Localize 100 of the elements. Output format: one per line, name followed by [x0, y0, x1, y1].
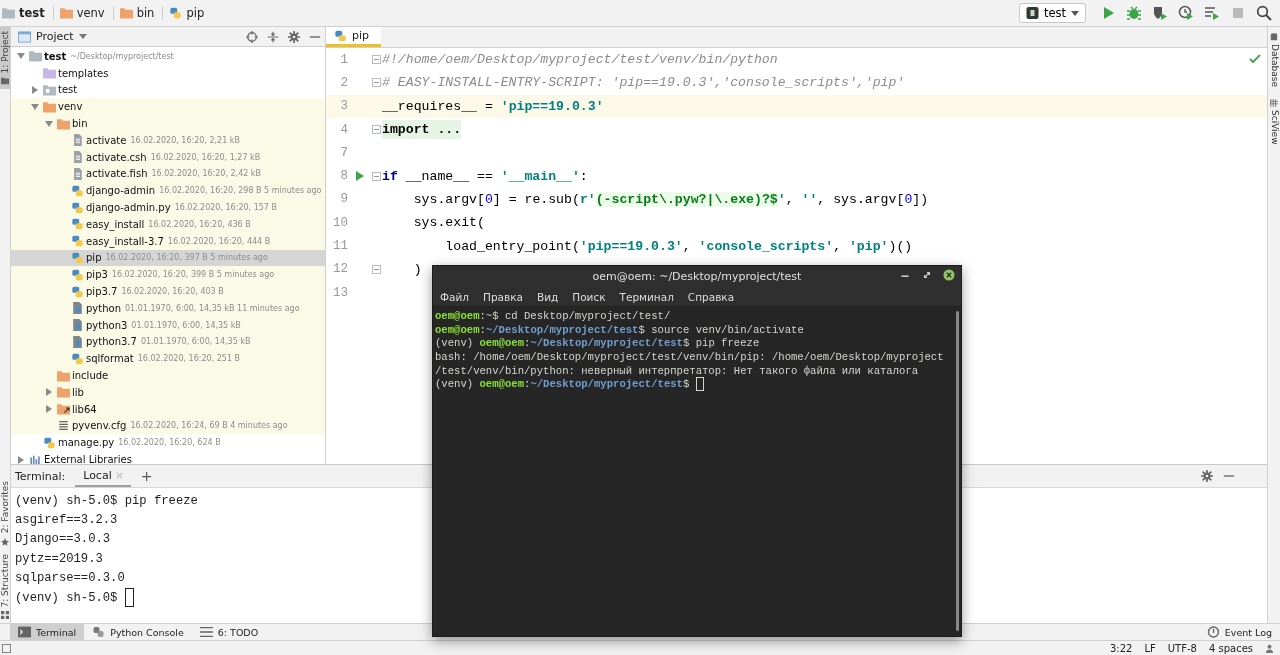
folder-icon — [43, 67, 56, 80]
status-item[interactable]: LF — [1144, 642, 1156, 654]
line-number: 10 — [332, 215, 348, 230]
menu-item[interactable]: Файл — [440, 290, 469, 303]
new-tab-button[interactable]: + — [140, 468, 153, 484]
line-number: 11 — [332, 239, 348, 253]
tree-item[interactable]: pip3.7 16.02.2020, 16:20, 403 B — [11, 283, 325, 300]
star-icon — [1, 537, 9, 546]
executable-file-icon — [71, 319, 84, 332]
text-file-icon — [71, 167, 84, 180]
tree-item[interactable]: django-admin.py 16.02.2020, 16:20, 157 B — [11, 199, 325, 216]
clock-play-icon[interactable] — [1178, 5, 1194, 21]
terminal-output: (venv) sh-5.0$ pip freeze — [15, 493, 198, 508]
breadcrumb-item[interactable]: venv — [59, 6, 114, 20]
event-log-tab[interactable]: Event Log — [1198, 624, 1280, 640]
square-icon[interactable] — [2, 643, 11, 653]
tool-window-tab[interactable]: Database — [1268, 27, 1280, 93]
status-item[interactable]: 3:22 — [1109, 642, 1133, 654]
tree-item[interactable]: bin — [11, 115, 325, 132]
fold-marker-icon[interactable] — [372, 125, 381, 135]
settings-icon[interactable] — [1201, 470, 1213, 482]
crosshair-icon[interactable] — [246, 30, 258, 43]
menu-item[interactable]: Вид — [537, 290, 559, 303]
python-app-icon — [1025, 7, 1039, 19]
search-icon[interactable] — [1256, 5, 1272, 21]
line-number: 2 — [339, 75, 348, 90]
status-item[interactable]: UTF-8 — [1167, 642, 1197, 654]
file-details: 16.02.2020, 16:20, 2,21 kB — [130, 135, 240, 145]
tree-item[interactable]: templates — [11, 64, 325, 82]
file-details: 01.01.1970, 6:00, 14,35 kB 11 minutes ago — [125, 303, 300, 313]
expand-arrow-icon[interactable] — [45, 119, 53, 128]
fold-marker-icon[interactable] — [372, 264, 381, 274]
tool-window-tab[interactable]: 6: TODO — [191, 624, 267, 640]
status-item[interactable]: 4 spaces — [1208, 642, 1253, 654]
menu-item[interactable]: Поиск — [572, 290, 606, 303]
file-details: 16.02.2020, 16:24, 69 B 4 minutes ago — [130, 421, 288, 431]
breadcrumb-item[interactable]: bin — [119, 6, 164, 20]
tree-item[interactable]: include — [11, 367, 325, 384]
python-file-icon — [71, 235, 84, 248]
file-details: 16.02.2020, 16:20, 1,27 kB — [150, 152, 261, 162]
breadcrumb-item[interactable]: pip — [169, 6, 213, 20]
run-icon[interactable] — [356, 171, 364, 182]
close-icon[interactable] — [943, 269, 955, 281]
fold-marker-icon[interactable] — [372, 171, 381, 181]
terminal-output: pytz==2019.3 — [15, 551, 103, 566]
file-details: 16.02.2020, 16:20, 399 B 5 minutes ago — [111, 270, 275, 280]
code-line: sys.exit( — [412, 215, 485, 231]
file-details: 16.02.2020, 16:20, 436 B — [148, 219, 251, 229]
maximize-icon[interactable] — [921, 269, 933, 281]
project-view-dropdown[interactable]: Project — [18, 30, 87, 43]
tree-item[interactable]: pip3 16.02.2020, 16:20, 399 B 5 minutes ago — [11, 266, 325, 284]
tree-item[interactable]: manage.py 16.02.2020, 16:20, 624 B — [11, 434, 325, 452]
file-details: 16.02.2020, 16:20, 444 B — [167, 236, 271, 246]
person-icon[interactable] — [1265, 643, 1274, 653]
tool-window-tab[interactable]: 7: Structure — [0, 549, 10, 623]
tool-window-tab[interactable]: SciView — [1268, 92, 1280, 151]
editor-tab[interactable]: pip — [326, 27, 382, 47]
code-line: #!/home/oem/Desktop/myproject/test/venv/bin/python — [382, 52, 778, 68]
fold-marker-icon[interactable] — [372, 78, 381, 88]
file-details: 16.02.2020, 16:20, 397 B 5 minutes ago — [105, 253, 268, 263]
code-line: if __name__ == '__main__': — [382, 168, 588, 184]
python-file-icon — [71, 285, 84, 298]
expand-arrow-icon[interactable] — [45, 405, 53, 414]
database-icon — [1270, 33, 1278, 41]
expand-arrow-icon[interactable] — [17, 455, 25, 464]
tree-item[interactable]: External Libraries — [11, 451, 325, 464]
tool-window-tab[interactable]: 1: Project — [0, 27, 10, 90]
file-details: 16.02.2020, 16:20, 403 B — [121, 287, 224, 297]
file-details: 01.01.1970, 6:00, 14,35 kB — [140, 337, 251, 347]
python-file-icon — [71, 184, 84, 197]
code-line: sys.argv[0] = re.sub(r'(-script\.pyw?|\.exe)?$', '', sys.argv[0]) — [412, 191, 929, 207]
fold-marker-icon[interactable] — [372, 55, 381, 65]
tree-item[interactable]: sqlformat 16.02.2020, 16:20, 251 B — [11, 350, 325, 368]
expand-arrow-icon[interactable] — [31, 86, 39, 94]
collapse-all-icon[interactable] — [267, 30, 279, 43]
tool-window-tab[interactable]: Python Console — [84, 624, 192, 640]
folder-icon — [43, 84, 56, 96]
tree-item[interactable]: venv — [11, 98, 325, 116]
tree-item[interactable]: django-admin 16.02.2020, 16:20, 298 B 5 minutes ago — [11, 182, 325, 200]
folder-icon — [2, 7, 15, 19]
breadcrumb-item[interactable]: test — [2, 6, 54, 20]
code-line: ) — [412, 261, 422, 277]
menu-item[interactable]: Справка — [687, 290, 735, 303]
settings-icon[interactable] — [288, 30, 300, 43]
menu-item[interactable]: Правка — [483, 290, 523, 303]
menu-item[interactable]: Терминал — [619, 290, 674, 303]
tool-window-tab[interactable]: Terminal — [10, 624, 85, 640]
bug-icon[interactable] — [1126, 5, 1142, 21]
expand-arrow-icon[interactable] — [17, 52, 25, 61]
expand-arrow-icon[interactable] — [31, 102, 39, 111]
shield-play-icon[interactable] — [1152, 5, 1168, 21]
session-tab[interactable]: Local — [75, 465, 131, 487]
expand-arrow-icon[interactable] — [45, 388, 53, 397]
folder-icon — [1, 77, 9, 86]
list-play-icon[interactable] — [1204, 5, 1220, 21]
tree-item[interactable]: test ~/Desktop/myproject/test — [11, 48, 325, 65]
tool-window-tab[interactable]: 2: Favorites — [0, 477, 10, 550]
run-configuration-dropdown[interactable]: test — [1018, 3, 1086, 23]
tree-item[interactable]: test — [11, 81, 325, 99]
line-number: 9 — [339, 192, 348, 207]
